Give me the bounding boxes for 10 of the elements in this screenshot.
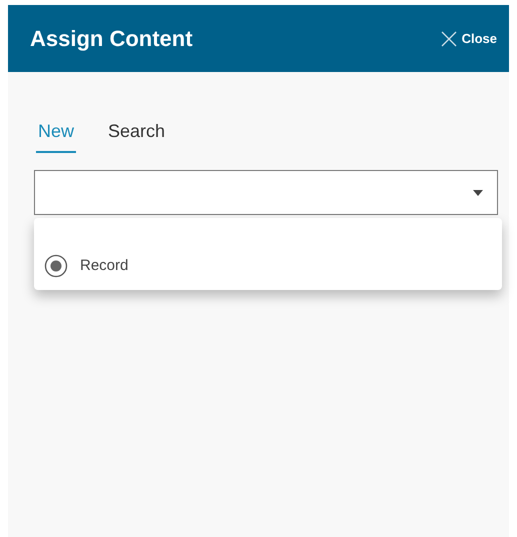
close-icon xyxy=(440,30,458,48)
radio-option[interactable]: Record xyxy=(44,254,502,278)
window-title: Assign Content xyxy=(30,25,193,53)
tab[interactable]: Search xyxy=(106,118,168,153)
caret-icon xyxy=(473,190,483,196)
dropdown-field[interactable] xyxy=(34,170,498,215)
tab[interactable]: New xyxy=(36,118,76,153)
radio-button[interactable] xyxy=(44,254,68,278)
option-label: Record xyxy=(80,256,128,276)
close-button[interactable]: Close xyxy=(440,28,497,48)
